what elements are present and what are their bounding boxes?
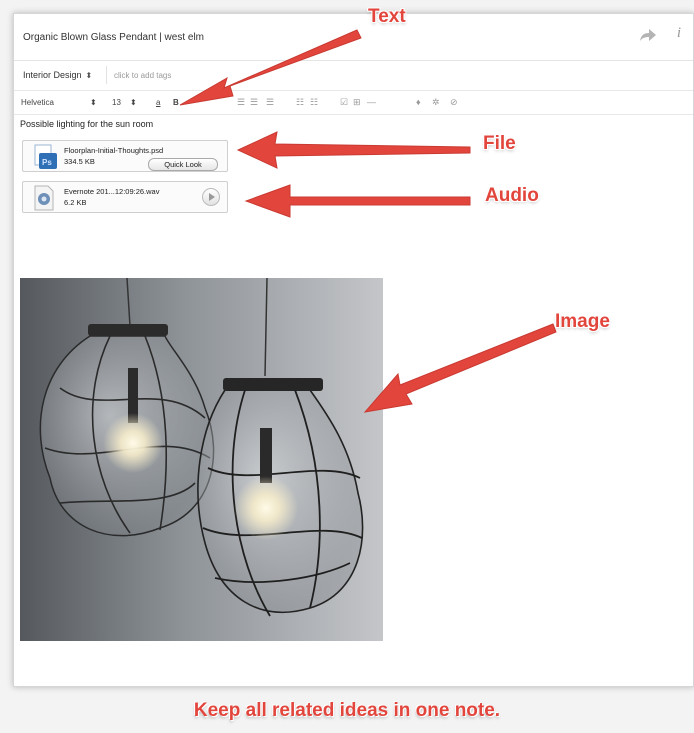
footer-caption: Keep all related ideas in one note. (193, 700, 501, 721)
callout-text-label: Text (368, 6, 406, 27)
callout-arrows (179, 29, 557, 413)
callout-audio-label: Audio (485, 185, 539, 206)
callout-image-label: Image (555, 311, 610, 332)
callout-file-label: File (483, 133, 516, 154)
